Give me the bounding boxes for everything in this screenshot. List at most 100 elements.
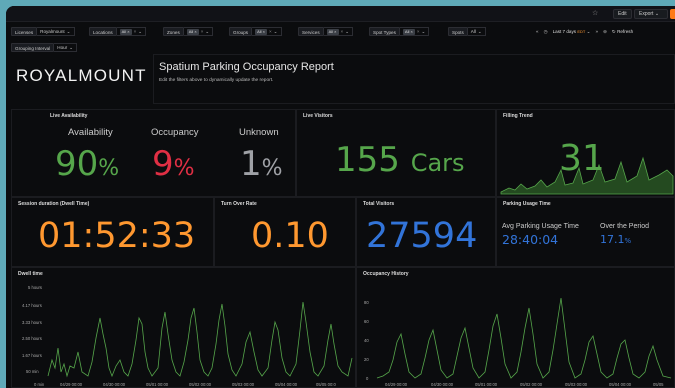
x-tick: 05/02 00:00 <box>520 382 543 387</box>
unit-label: Cars <box>410 149 465 177</box>
live-visitors-value: 155 Cars <box>335 140 465 180</box>
panel-title: Parking Usage Time <box>503 201 551 207</box>
licenses-select[interactable]: Royalmount ⌄ <box>37 27 75 36</box>
filter-label: Grouping Interval <box>11 43 55 52</box>
filter-label: Services <box>298 27 324 36</box>
occupancy-label: Occupancy <box>151 127 199 138</box>
period-label: Over the Period <box>600 223 650 230</box>
occupancy-history-line <box>376 297 672 379</box>
filter-label: Groups <box>229 27 253 36</box>
star-icon[interactable]: ☆ <box>592 9 598 17</box>
clear-icon[interactable]: × <box>269 27 272 36</box>
unknown-label: Unknown <box>239 127 279 138</box>
report-header-panel: Spatium Parking Occupancy Report Edit th… <box>153 54 675 104</box>
time-range-picker[interactable]: Last 7 days EDT ⌄ <box>553 27 591 36</box>
chevron-down-icon: ⌄ <box>345 29 350 34</box>
time-range-label: Last 7 days <box>552 29 577 34</box>
dwell-time-panel: Dwell time 5 hours 4.17 hours 3.33 hours… <box>11 267 356 388</box>
clear-icon[interactable]: × <box>134 27 137 36</box>
filter-spot-types[interactable]: Spot Types All × × ⌄ <box>369 27 430 36</box>
report-title: Spatium Parking Occupancy Report <box>159 61 334 73</box>
filter-locations[interactable]: Locations All × × ⌄ <box>89 27 147 36</box>
clear-icon[interactable]: × <box>341 27 344 36</box>
spots-select[interactable]: All ⌄ <box>467 27 486 36</box>
dwell-time-line <box>47 301 353 378</box>
session-duration-value: 01:52:33 <box>38 216 196 256</box>
locations-chip[interactable]: All × <box>119 28 132 35</box>
unit-label: % <box>173 156 195 181</box>
x-tick: 05/02 00:00 <box>189 382 212 387</box>
availability-number: 90 <box>55 144 99 184</box>
period-value: 17.1% <box>600 233 631 246</box>
occupancy-history-panel: Occupancy History 80 60 40 20 0 04/29 00… <box>356 267 675 388</box>
x-tick: 05/05 00:0 <box>316 382 336 387</box>
logo: ROYALMOUNT <box>16 66 147 85</box>
groups-select[interactable]: All × × ⌄ <box>252 27 282 36</box>
clear-icon[interactable]: × <box>417 27 420 36</box>
x-tick: 04/29 00:00 <box>385 382 408 387</box>
filter-label: Locations <box>89 27 117 36</box>
grouping-select[interactable]: Hour ⌄ <box>54 43 78 52</box>
x-tick: 05/05 <box>653 382 664 387</box>
live-visitors-panel: Live Visitors 155 Cars <box>296 109 496 197</box>
chevron-down-icon: ⌄ <box>69 45 74 50</box>
filter-zones[interactable]: Zones All × × ⌄ <box>163 27 214 36</box>
services-select[interactable]: All × × ⌄ <box>323 27 354 36</box>
chevron-down-icon: ⌄ <box>66 29 71 34</box>
spots-value: All <box>470 29 476 34</box>
parking-usage-panel: Parking Usage Time Avg Parking Usage Tim… <box>496 197 675 267</box>
panel-title: Total Visitors <box>363 201 395 207</box>
filter-label: Spots <box>448 27 468 36</box>
edit-button[interactable]: Edit <box>613 9 632 19</box>
total-visitors-value: 27594 <box>366 216 478 256</box>
clear-icon[interactable]: × <box>201 27 204 36</box>
filter-spots[interactable]: Spots All ⌄ <box>448 27 486 36</box>
filter-groups[interactable]: Groups All × × ⌄ <box>229 27 282 36</box>
panel-title: Turn Over Rate <box>221 201 257 207</box>
unit-label: % <box>98 156 120 181</box>
locations-select[interactable]: All × × ⌄ <box>116 27 147 36</box>
live-visitors-number: 155 <box>335 140 400 180</box>
x-tick: 05/03 00:00 <box>565 382 588 387</box>
panel-title: Live Visitors <box>303 113 333 119</box>
grouping-value: Hour <box>57 45 68 50</box>
occupancy-number: 9 <box>152 144 174 184</box>
x-tick: 05/04 00:00 <box>609 382 632 387</box>
filter-label: Spot Types <box>369 27 400 36</box>
chevron-down-icon: ⌄ <box>138 29 143 34</box>
spot-types-select[interactable]: All × × ⌄ <box>399 27 430 36</box>
spot-types-chip[interactable]: All × <box>402 28 415 35</box>
time-forward-icon[interactable]: » <box>596 27 599 36</box>
chevron-down-icon: ⌄ <box>273 29 278 34</box>
filling-trend-panel: Filling Trend 31 <box>496 109 675 197</box>
services-chip[interactable]: All × <box>326 28 339 35</box>
chevron-down-icon: ⌄ <box>205 29 210 34</box>
refresh-label: Refresh <box>617 29 634 34</box>
filling-trend-value: 31 <box>559 138 605 179</box>
zones-chip[interactable]: All × <box>186 28 199 35</box>
filter-services[interactable]: Services All × × ⌄ <box>298 27 354 36</box>
licenses-value: Royalmount <box>40 29 65 34</box>
availability-value: 90% <box>55 144 119 184</box>
filter-grouping-interval[interactable]: Grouping Interval Hour ⌄ <box>11 43 78 52</box>
refresh-button[interactable]: ↻ Refresh <box>612 27 633 36</box>
time-back-icon[interactable]: « <box>536 27 539 36</box>
x-tick: 05/01 00:00 <box>146 382 169 387</box>
export-button[interactable]: Export ⌄ <box>634 9 668 19</box>
panel-title: Session duration (Dwell Time) <box>18 201 90 207</box>
zones-select[interactable]: All × × ⌄ <box>183 27 214 36</box>
time-controls: « ◷ Last 7 days EDT ⌄ » ⊖ ↻ Refresh <box>536 27 633 36</box>
unknown-number: 1 <box>240 144 262 184</box>
x-tick: 05/03 00:00 <box>232 382 255 387</box>
turnover-panel: Turn Over Rate 0.10 <box>214 197 356 267</box>
occupancy-value: 9% <box>152 144 195 184</box>
live-availability-panel: Live Availability Availability 90% Occup… <box>11 109 296 197</box>
zoom-out-icon[interactable]: ⊖ <box>603 27 607 36</box>
groups-chip[interactable]: All × <box>255 28 267 35</box>
unknown-value: 1% <box>240 144 283 184</box>
x-tick: 05/04 00:00 <box>275 382 298 387</box>
filter-label: Licenses <box>11 27 38 36</box>
dashboard-screen: ☆ Edit Export ⌄ Licenses Royalmount ⌄ Loc… <box>6 6 675 388</box>
profile-icon[interactable] <box>670 9 675 19</box>
filter-licenses[interactable]: Licenses Royalmount ⌄ <box>11 27 75 36</box>
